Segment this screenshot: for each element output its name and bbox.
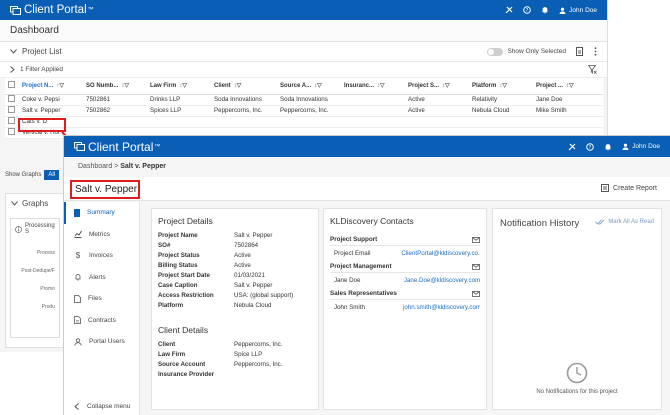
double-check-icon [595, 219, 605, 225]
create-report-label: Create Report [613, 184, 657, 192]
user-menu[interactable]: John Doe [622, 143, 660, 150]
contact-row: John Smith john.smith@kldiscovery.com [330, 300, 480, 315]
side-navigation: Summary Metrics $ Invoices Alerts Files … [64, 202, 140, 415]
contact-row: Jane Doe Jane.Doe@kldiscovery.com [330, 273, 480, 288]
mail-icon[interactable] [472, 236, 480, 243]
detail-row: Access Restriction USA: (global support) [158, 292, 294, 299]
mail-icon[interactable] [472, 290, 480, 297]
dollar-icon: $ [75, 251, 81, 261]
contacts-card: KLDiscovery Contacts Project Support Pro… [323, 208, 487, 410]
detail-row: Project Start Date 01/03/2021 [158, 272, 265, 279]
contact-section-header: Project Support [330, 234, 480, 246]
project-details-card: Project Details Project Name Salt v. Pepp… [151, 208, 319, 410]
breadcrumb-current: Salt v. Pepper [120, 163, 167, 170]
nav-label: Alerts [89, 273, 106, 281]
contact-row: Project Email ClientPortal@kldiscovery.c… [330, 246, 480, 261]
report-icon [601, 184, 610, 192]
detail-row: Platform Nebula Cloud [158, 302, 272, 309]
summary-icon [74, 208, 80, 217]
nav-label: Invoices [89, 252, 113, 260]
top-bar: Client Portal ™ ? John Doe [64, 136, 670, 157]
user-name: John Doe [632, 143, 660, 150]
bell-icon[interactable] [604, 143, 612, 151]
mark-all-read-button[interactable]: Mark All As Read [595, 219, 654, 225]
users-icon [74, 338, 82, 346]
nav-metrics[interactable]: Metrics [64, 224, 139, 246]
metrics-icon [74, 230, 82, 239]
contact-email-link[interactable]: john.smith@kldiscovery.com [403, 300, 480, 315]
collapse-menu-label: Collapse menu [87, 403, 131, 410]
contact-email-link[interactable]: Jane.Doe@kldiscovery.com [404, 273, 480, 288]
contact-section-header: Project Management [330, 261, 480, 273]
help-icon[interactable]: ? [586, 142, 594, 151]
portal-logo-icon [74, 142, 85, 151]
contacts-title: KLDiscovery Contacts [330, 216, 414, 226]
breadcrumb-dashboard[interactable]: Dashboard [78, 163, 112, 170]
detail-row: Project Status Active [158, 252, 251, 259]
mail-icon[interactable] [472, 263, 480, 270]
tools-icon[interactable] [568, 143, 576, 151]
project-title: Salt v. Pepper [70, 180, 140, 199]
bell-icon [74, 273, 82, 281]
chevron-left-icon [74, 403, 79, 410]
detail-row: SO# 7502864 [158, 242, 259, 249]
nav-label: Summary [87, 209, 115, 217]
nav-contracts[interactable]: Contracts [64, 310, 139, 332]
clock-icon [566, 362, 588, 384]
project-title-bar: Salt v. Pepper Create Report [64, 177, 670, 201]
notification-history-title: Notification History [500, 218, 580, 229]
detail-row: Client Peppercorns, Inc. [158, 341, 283, 348]
user-icon [622, 143, 629, 150]
breadcrumb: Dashboard > Salt v. Pepper [64, 157, 670, 177]
create-report-button[interactable]: Create Report [601, 184, 657, 192]
nav-alerts[interactable]: Alerts [64, 267, 139, 289]
nav-label: Contracts [88, 316, 116, 324]
file-icon [74, 294, 81, 303]
detail-row: Law Firm Spice LLP [158, 351, 263, 358]
brand-logo[interactable]: Client Portal ™ [74, 140, 160, 154]
notification-history-card: Notification History Mark All As Read No… [492, 208, 662, 410]
nav-invoices[interactable]: $ Invoices [64, 245, 139, 267]
detail-row: Insurance Provider [158, 371, 215, 378]
empty-notifications-message: No Notifications for this project [536, 389, 618, 395]
project-detail-window: Client Portal ™ ? John Doe Dashboard > Sa… [63, 135, 670, 415]
contract-icon [74, 316, 81, 325]
nav-files[interactable]: Files [64, 288, 139, 310]
project-details-title: Project Details [158, 216, 213, 226]
detail-row: Billing Status Active [158, 262, 251, 269]
brand-name: Client Portal [88, 139, 154, 154]
collapse-menu-button[interactable]: Collapse menu [74, 403, 130, 410]
nav-summary[interactable]: Summary [64, 202, 139, 224]
contact-section-header: Sales Representatives [330, 288, 480, 300]
client-details-title: Client Details [158, 325, 209, 335]
nav-label: Portal Users [89, 338, 125, 346]
nav-label: Metrics [89, 230, 110, 238]
detail-row: Source Account Peppercorns, Inc. [158, 361, 283, 368]
svg-text:?: ? [589, 145, 592, 151]
nav-label: Files [88, 295, 102, 303]
mark-all-read-label: Mark All As Read [608, 219, 654, 225]
breadcrumb-separator: > [114, 163, 119, 170]
detail-row: Project Name Salt v. Pepper [158, 232, 273, 239]
contact-email-link[interactable]: ClientPortal@kldiscovery.co... [401, 246, 480, 261]
detail-row: Case Caption Salt v. Pepper [158, 282, 273, 289]
nav-portal-users[interactable]: Portal Users [64, 331, 139, 353]
